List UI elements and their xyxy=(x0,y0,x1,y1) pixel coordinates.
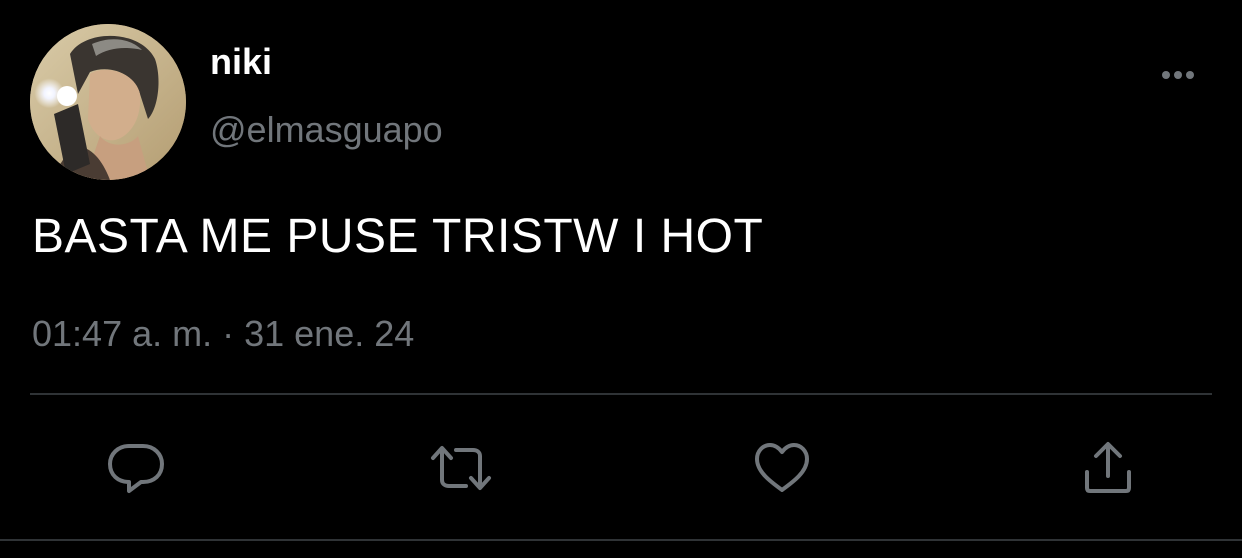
divider xyxy=(30,393,1212,395)
bottom-divider xyxy=(0,539,1242,541)
tweet-time: 01:47 a. m. xyxy=(32,313,213,354)
share-button[interactable] xyxy=(1078,440,1138,496)
tweet-detail: niki @elmasguapo BASTA ME PUSE TRISTW I … xyxy=(0,0,1242,558)
retweet-icon xyxy=(431,446,491,490)
like-button[interactable] xyxy=(752,440,812,496)
speech-bubble-icon xyxy=(108,444,164,493)
display-name[interactable]: niki xyxy=(210,40,272,84)
retweet-button[interactable] xyxy=(428,440,494,496)
ellipsis-icon-dot-2 xyxy=(1174,71,1182,79)
ellipsis-icon xyxy=(1162,71,1170,79)
tweet-date: 31 ene. 24 xyxy=(244,313,415,354)
user-handle[interactable]: @elmasguapo xyxy=(210,108,443,152)
reply-button[interactable] xyxy=(106,440,166,496)
tweet-timestamp[interactable]: 01:47 a. m. · 31 ene. 24 xyxy=(32,312,414,356)
avatar[interactable] xyxy=(30,24,186,180)
meta-separator: · xyxy=(212,313,245,354)
share-upload-icon xyxy=(1085,442,1131,493)
tweet-text: BASTA ME PUSE TRISTW I HOT xyxy=(32,210,764,263)
more-options-button[interactable] xyxy=(1156,60,1200,90)
avatar-photo xyxy=(30,24,186,180)
heart-icon xyxy=(755,443,809,492)
ellipsis-icon-dot-3 xyxy=(1186,71,1194,79)
